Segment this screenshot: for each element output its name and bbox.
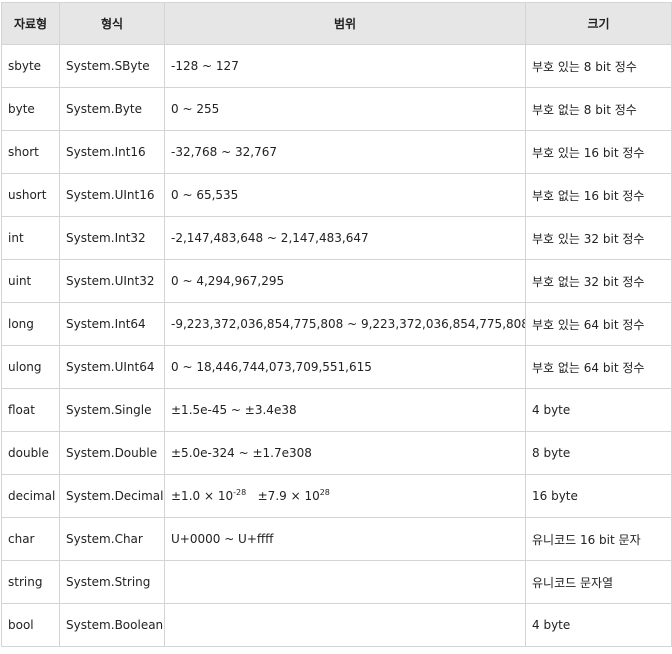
cell-range: 0 ~ 18,446,744,073,709,551,615 xyxy=(164,345,526,389)
table-row: int System.Int32 -2,147,483,648 ~ 2,147,… xyxy=(1,216,672,260)
cell-size: 부호 있는 32 bit 정수 xyxy=(525,216,672,260)
cell-size: 4 byte xyxy=(525,603,672,647)
header-range: 범위 xyxy=(164,2,526,45)
cell-size: 부호 없는 8 bit 정수 xyxy=(525,87,672,131)
header-size: 크기 xyxy=(525,2,672,45)
cell-type: char xyxy=(1,517,60,561)
cell-form: System.UInt64 xyxy=(59,345,165,389)
cell-form: System.SByte xyxy=(59,44,165,88)
cell-type: bool xyxy=(1,603,60,647)
range-min-base: ±1.0 × 10 xyxy=(171,489,234,503)
table-row: sbyte System.SByte -128 ~ 127 부호 있는 8 bi… xyxy=(1,44,672,88)
data-type-table-container: 자료형 형식 범위 크기 sbyte System.SByte -128 ~ 1… xyxy=(1,2,672,647)
table-row: byte System.Byte 0 ~ 255 부호 없는 8 bit 정수 xyxy=(1,87,672,131)
cell-form: System.Int32 xyxy=(59,216,165,260)
cell-range: -2,147,483,648 ~ 2,147,483,647 xyxy=(164,216,526,260)
table-row: double System.Double ±5.0e-324 ~ ±1.7e30… xyxy=(1,431,672,475)
header-type: 자료형 xyxy=(1,2,60,45)
cell-type: uint xyxy=(1,259,60,303)
cell-size: 8 byte xyxy=(525,431,672,475)
cell-size: 부호 있는 64 bit 정수 xyxy=(525,302,672,346)
cell-range: -32,768 ~ 32,767 xyxy=(164,130,526,174)
range-max-base: ±7.9 × 10 xyxy=(257,489,320,503)
table-header-row: 자료형 형식 범위 크기 xyxy=(1,2,672,45)
cell-form: System.UInt32 xyxy=(59,259,165,303)
cell-type: double xyxy=(1,431,60,475)
cell-range: 0 ~ 4,294,967,295 xyxy=(164,259,526,303)
cell-form: System.Decimal xyxy=(59,474,165,518)
cell-form: System.Double xyxy=(59,431,165,475)
table-row: string System.String 유니코드 문자열 xyxy=(1,560,672,604)
range-min-exponent: -28 xyxy=(233,488,247,497)
table-row: short System.Int16 -32,768 ~ 32,767 부호 있… xyxy=(1,130,672,174)
cell-range: 0 ~ 255 xyxy=(164,87,526,131)
table-row: ushort System.UInt16 0 ~ 65,535 부호 없는 16… xyxy=(1,173,672,217)
cell-size: 4 byte xyxy=(525,388,672,432)
cell-form: System.Byte xyxy=(59,87,165,131)
cell-form: System.Char xyxy=(59,517,165,561)
cell-form: System.String xyxy=(59,560,165,604)
cell-type: int xyxy=(1,216,60,260)
cell-type: short xyxy=(1,130,60,174)
cell-range xyxy=(164,560,526,604)
cell-type: decimal xyxy=(1,474,60,518)
cell-range: ±1.5e-45 ~ ±3.4e38 xyxy=(164,388,526,432)
cell-range: U+0000 ~ U+ffff xyxy=(164,517,526,561)
range-max-exponent: 28 xyxy=(319,488,330,497)
cell-size: 부호 없는 32 bit 정수 xyxy=(525,259,672,303)
cell-type: byte xyxy=(1,87,60,131)
table-row: uint System.UInt32 0 ~ 4,294,967,295 부호 … xyxy=(1,259,672,303)
cell-size: 부호 없는 16 bit 정수 xyxy=(525,173,672,217)
cell-range: 0 ~ 65,535 xyxy=(164,173,526,217)
cell-type: float xyxy=(1,388,60,432)
table-row: long System.Int64 -9,223,372,036,854,775… xyxy=(1,302,672,346)
cell-size: 16 byte xyxy=(525,474,672,518)
table-row: ulong System.UInt64 0 ~ 18,446,744,073,7… xyxy=(1,345,672,389)
cell-size: 유니코드 16 bit 문자 xyxy=(525,517,672,561)
header-form: 형식 xyxy=(59,2,165,45)
cell-form: System.Int16 xyxy=(59,130,165,174)
cell-range: -128 ~ 127 xyxy=(164,44,526,88)
table-row: bool System.Boolean 4 byte xyxy=(1,603,672,647)
data-type-table: 자료형 형식 범위 크기 sbyte System.SByte -128 ~ 1… xyxy=(1,2,672,647)
cell-form: System.Boolean xyxy=(59,603,165,647)
cell-size: 부호 없는 64 bit 정수 xyxy=(525,345,672,389)
cell-range: ±1.0 × 10-28 ±7.9 × 1028 xyxy=(164,474,526,518)
table-row: char System.Char U+0000 ~ U+ffff 유니코드 16… xyxy=(1,517,672,561)
table-row: decimal System.Decimal ±1.0 × 10-28 ±7.9… xyxy=(1,474,672,518)
cell-size: 유니코드 문자열 xyxy=(525,560,672,604)
cell-form: System.Int64 xyxy=(59,302,165,346)
cell-type: long xyxy=(1,302,60,346)
cell-type: ulong xyxy=(1,345,60,389)
table-row: float System.Single ±1.5e-45 ~ ±3.4e38 4… xyxy=(1,388,672,432)
cell-type: sbyte xyxy=(1,44,60,88)
cell-form: System.Single xyxy=(59,388,165,432)
cell-size: 부호 있는 16 bit 정수 xyxy=(525,130,672,174)
cell-range: -9,223,372,036,854,775,808 ~ 9,223,372,0… xyxy=(164,302,526,346)
cell-size: 부호 있는 8 bit 정수 xyxy=(525,44,672,88)
cell-range: ±5.0e-324 ~ ±1.7e308 xyxy=(164,431,526,475)
cell-range xyxy=(164,603,526,647)
cell-type: string xyxy=(1,560,60,604)
cell-form: System.UInt16 xyxy=(59,173,165,217)
cell-type: ushort xyxy=(1,173,60,217)
